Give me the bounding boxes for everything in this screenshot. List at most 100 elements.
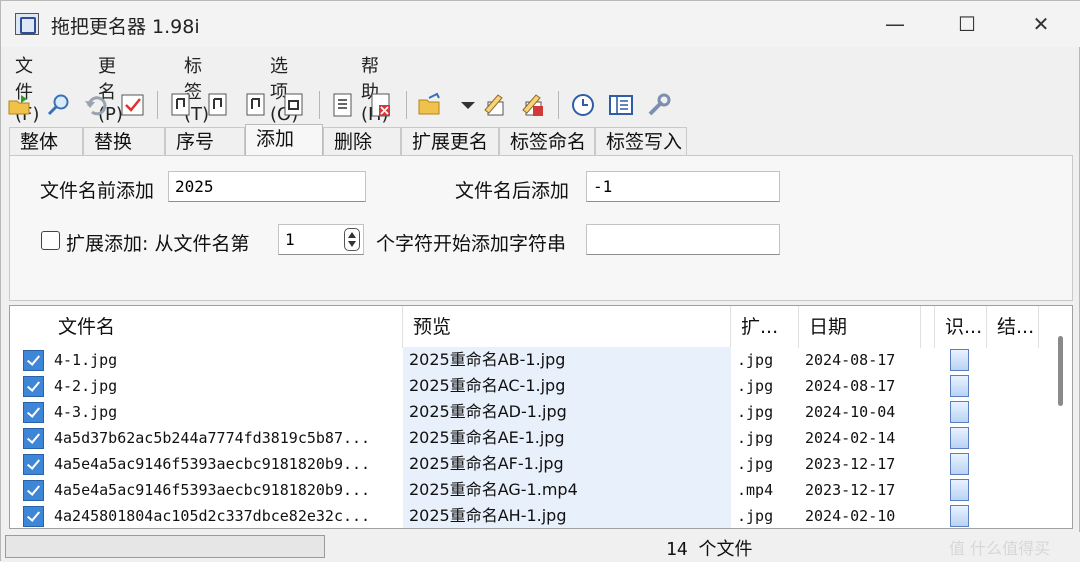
music-tag-4-icon[interactable] (281, 92, 307, 118)
cell-filename: 4a5e4a5ac9146f5393aecbc9181820b9... (54, 455, 371, 473)
position-value: 1 (285, 230, 295, 249)
progress-bar (5, 535, 325, 558)
row-checkbox[interactable] (23, 480, 44, 501)
watermark: 值 什么值得买 (949, 539, 1051, 558)
position-stepper[interactable]: 1 (278, 224, 364, 255)
table-row[interactable]: 4-2.jpg 2025重命名AC-1.jpg .jpg 2024-08-17 (10, 373, 1050, 399)
cell-preview: 2025重命名AF-1.jpg (403, 451, 731, 477)
clock-icon[interactable] (570, 92, 596, 118)
file-icon (950, 349, 969, 371)
row-checkbox[interactable] (23, 454, 44, 475)
check-icon[interactable] (120, 92, 146, 118)
tab-replace[interactable]: 替换 (83, 127, 165, 156)
file-icon (950, 505, 969, 527)
cell-filename: 4a5e4a5ac9146f5393aecbc9181820b9... (54, 481, 371, 499)
tab-add[interactable]: 添加 (245, 124, 323, 156)
cell-extension: .mp4 (737, 481, 774, 499)
prefix-input[interactable]: 2025 (168, 171, 366, 202)
column-preview[interactable]: 预览 (403, 306, 731, 348)
maximize-button[interactable]: ☐ (947, 9, 987, 39)
tab-delete[interactable]: 删除 (323, 127, 401, 156)
column-filename[interactable]: 文件名 (48, 306, 403, 348)
cell-preview: 2025重命名AE-1.jpg (403, 425, 731, 451)
tab-sequence[interactable]: 序号 (165, 127, 245, 156)
tab-tag-write[interactable]: 标签写入 (595, 127, 687, 156)
suffix-label: 文件名后添加 (455, 180, 570, 202)
column-identify[interactable]: 识... (935, 306, 987, 348)
delete-tag-icon[interactable] (520, 92, 546, 118)
cell-filename: 4-1.jpg (54, 351, 118, 369)
vertical-scrollbar[interactable] (1050, 306, 1072, 528)
file-icon (950, 427, 969, 449)
tools-icon[interactable] (646, 92, 672, 118)
cell-filename: 4a5d37b62ac5b244a7774fd3819c5b87... (54, 429, 371, 447)
folder-open-icon[interactable] (417, 92, 443, 118)
column-spacer (921, 306, 935, 348)
tab-ext-rename[interactable]: 扩展更名 (401, 127, 499, 156)
row-checkbox[interactable] (23, 350, 44, 371)
document-icon[interactable] (330, 92, 356, 118)
cell-date: 2023-12-17 (805, 481, 896, 499)
edit-tag-icon[interactable] (482, 92, 508, 118)
spinner-arrows-icon[interactable] (344, 228, 360, 251)
file-icon (950, 453, 969, 475)
scrollbar-thumb[interactable] (1058, 336, 1063, 406)
cell-date: 2024-10-04 (805, 403, 896, 421)
cell-extension: .jpg (737, 507, 774, 525)
column-extension[interactable]: 扩... (731, 306, 799, 348)
table-row[interactable]: 4-1.jpg 2025重命名AB-1.jpg .jpg 2024-08-17 (10, 347, 1050, 373)
insert-string-input[interactable] (586, 224, 780, 255)
row-checkbox[interactable] (23, 428, 44, 449)
music-tag-3-icon[interactable] (243, 92, 269, 118)
music-tag-2-icon[interactable] (205, 92, 231, 118)
table-row[interactable]: 4a5e4a5ac9146f5393aecbc9181820b9... 2025… (10, 451, 1050, 477)
row-checkbox[interactable] (23, 376, 44, 397)
search-icon[interactable] (46, 92, 72, 118)
row-checkbox[interactable] (23, 402, 44, 423)
file-icon (950, 375, 969, 397)
tab-whole[interactable]: 整体 (9, 127, 83, 156)
dropdown-arrow-icon[interactable] (455, 92, 481, 118)
document-delete-icon[interactable] (368, 92, 394, 118)
title-bar: 拖把更名器 1.98i — ☐ ✕ (1, 1, 1080, 47)
open-folder-icon[interactable] (7, 92, 33, 118)
column-date[interactable]: 日期 (799, 306, 921, 348)
add-panel: 文件名前添加 2025 文件名后添加 -1 扩展添加: 从文件名第 1 个字符开… (9, 155, 1073, 301)
table-row[interactable]: 4a5d37b62ac5b244a7774fd3819c5b87... 2025… (10, 425, 1050, 451)
minimize-button[interactable]: — (875, 9, 915, 39)
tab-tag-naming[interactable]: 标签命名 (499, 127, 595, 156)
cell-filename: 4a245801804ac105d2c337dbce82e32c... (54, 507, 371, 525)
cell-extension: .jpg (737, 351, 774, 369)
cell-extension: .jpg (737, 455, 774, 473)
cell-extension: .jpg (737, 429, 774, 447)
cell-preview: 2025重命名AG-1.mp4 (403, 477, 731, 503)
table-row[interactable]: 4-3.jpg 2025重命名AD-1.jpg .jpg 2024-10-04 (10, 399, 1050, 425)
ext-add-label: 扩展添加: 从文件名第 (66, 233, 250, 255)
cell-date: 2024-08-17 (805, 377, 896, 395)
table-row[interactable]: 4a245801804ac105d2c337dbce82e32c... 2025… (10, 503, 1050, 528)
cell-preview: 2025重命名AH-1.jpg (403, 503, 731, 528)
column-result[interactable]: 结... (987, 306, 1039, 348)
close-button[interactable]: ✕ (1021, 9, 1061, 39)
file-icon (950, 401, 969, 423)
toolbar (1, 88, 1080, 124)
ext-add-checkbox[interactable] (41, 231, 60, 250)
cell-extension: .jpg (737, 403, 774, 421)
cell-date: 2023-12-17 (805, 455, 896, 473)
app-icon (15, 13, 39, 35)
row-checkbox[interactable] (23, 506, 44, 527)
cell-date: 2024-02-14 (805, 429, 896, 447)
suffix-input[interactable]: -1 (586, 171, 780, 202)
cell-preview: 2025重命名AC-1.jpg (403, 373, 731, 399)
list-header: 文件名 预览 扩... 日期 识... 结... (10, 306, 1072, 348)
panel-icon[interactable] (608, 92, 634, 118)
cell-date: 2024-08-17 (805, 351, 896, 369)
cell-preview: 2025重命名AB-1.jpg (403, 347, 731, 373)
music-tag-1-icon[interactable] (168, 92, 194, 118)
file-count: 14 个文件 (666, 539, 753, 560)
file-list: 文件名 预览 扩... 日期 识... 结... 4-1.jpg 2025重命名… (9, 305, 1073, 529)
cell-preview: 2025重命名AD-1.jpg (403, 399, 731, 425)
status-bar: 14 个文件 值 什么值得买 (1, 532, 1080, 562)
undo-icon[interactable] (83, 92, 109, 118)
table-row[interactable]: 4a5e4a5ac9146f5393aecbc9181820b9... 2025… (10, 477, 1050, 503)
